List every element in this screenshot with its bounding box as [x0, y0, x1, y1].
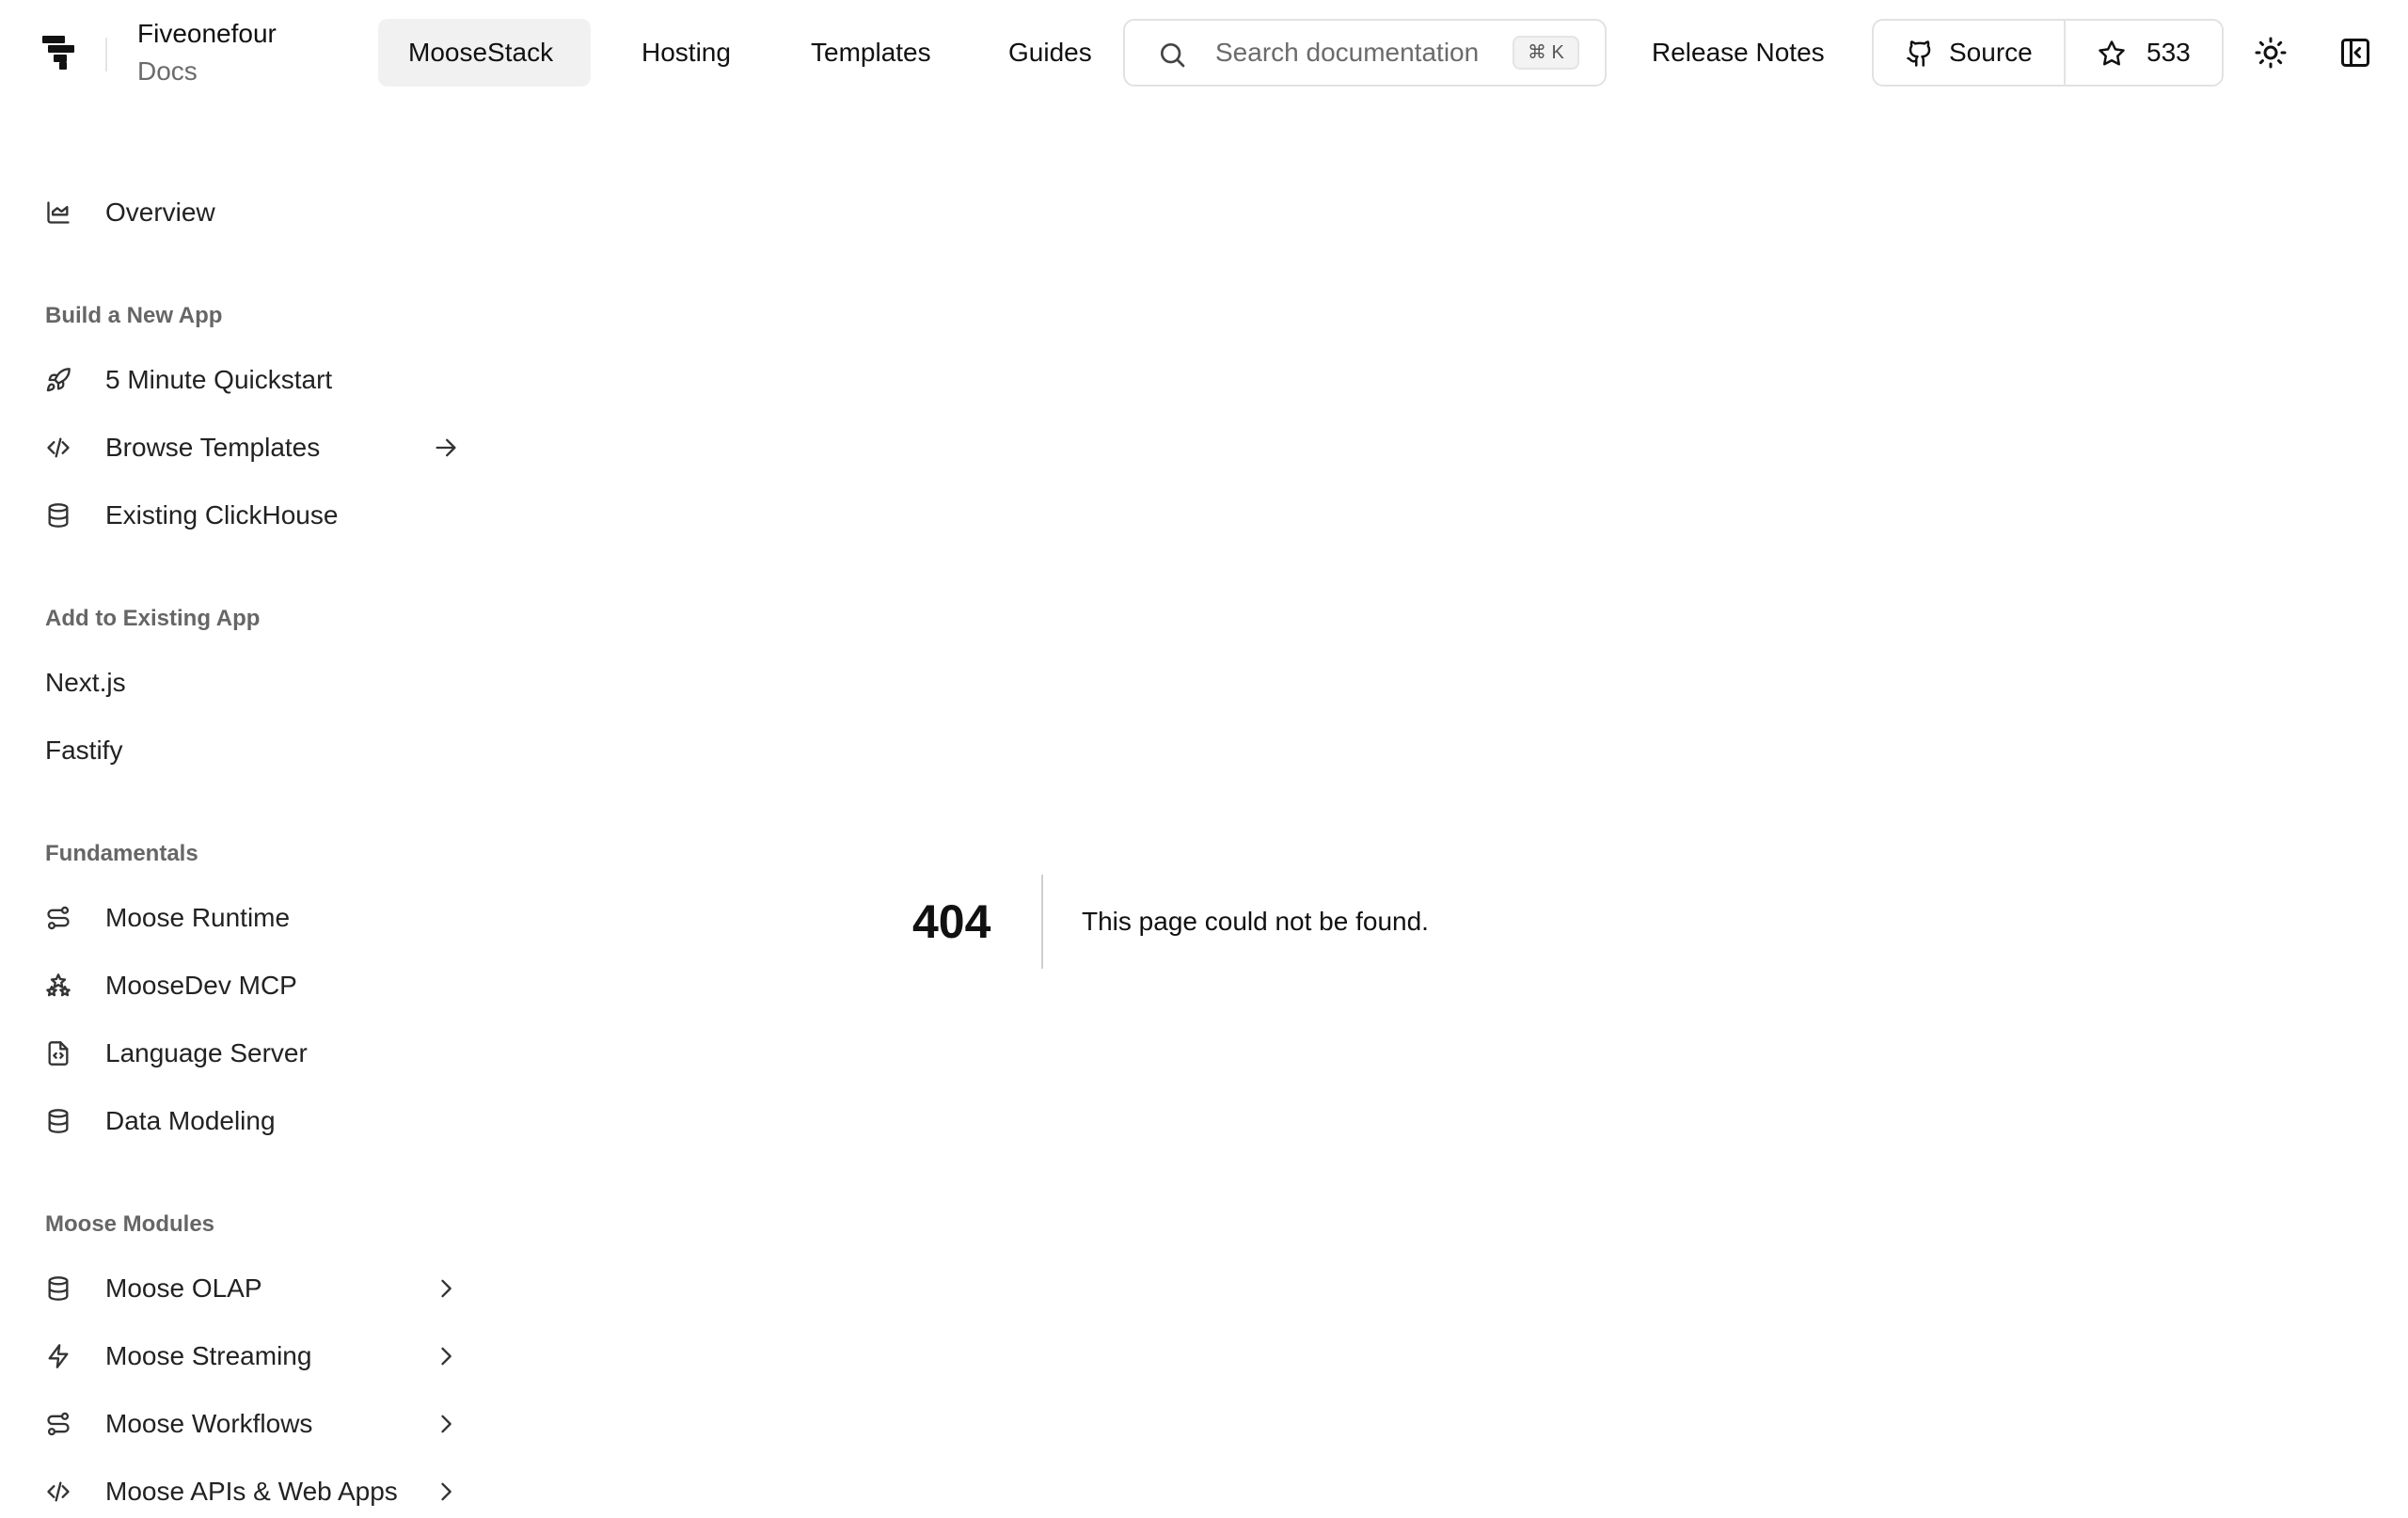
route-icon	[45, 905, 71, 931]
sun-icon[interactable]	[2254, 36, 2288, 70]
database-icon	[45, 502, 71, 529]
chart-area-icon	[45, 199, 71, 226]
database-icon	[45, 1275, 71, 1302]
sidebar-item-label: Moose Streaming	[105, 1341, 312, 1370]
error-code: 404	[912, 895, 991, 948]
arrow-right-icon	[433, 435, 459, 461]
sidebar-item-overview[interactable]: Overview	[45, 186, 459, 239]
sidebar-item-label: Next.js	[45, 668, 126, 697]
error-divider	[1041, 875, 1043, 969]
star-icon	[2098, 40, 2126, 68]
sidebar-section-heading: Fundamentals	[45, 841, 198, 866]
sidebar-item-existing-clickhouse[interactable]: Existing ClickHouse	[45, 489, 459, 542]
database-icon	[45, 1108, 71, 1134]
error-message: This page could not be found.	[1082, 907, 1429, 936]
search-shortcut-badge: ⌘ K	[1513, 36, 1579, 70]
sidebar-item-moose-workflows[interactable]: Moose Workflows	[45, 1398, 459, 1450]
sidebar-item-label: Fastify	[45, 735, 123, 765]
nav-guides[interactable]: Guides	[978, 19, 1122, 87]
nav-templates[interactable]: Templates	[781, 19, 961, 87]
route-icon	[45, 1411, 71, 1437]
sidebar-item-moosedev-mcp[interactable]: MooseDev MCP	[45, 959, 459, 1012]
chevron-right-icon[interactable]	[433, 1275, 459, 1302]
sidebar-item-moose-olap[interactable]: Moose OLAP	[45, 1262, 459, 1315]
sidebar-item-language-server[interactable]: Language Server	[45, 1027, 459, 1080]
sidebar-item-data-modeling[interactable]: Data Modeling	[45, 1095, 459, 1147]
sidebar-section-heading: Add to Existing App	[45, 606, 261, 631]
sidebar-item-moose-apis[interactable]: Moose APIs & Web Apps	[45, 1465, 459, 1518]
github-stars-button[interactable]: 533	[2067, 21, 2222, 85]
search-box[interactable]: ⌘ K	[1123, 19, 1607, 87]
sidebar-item-label: Moose Workflows	[105, 1409, 313, 1438]
brand-name[interactable]: Fiveonefour	[137, 19, 277, 49]
sidebar-item-moose-streaming[interactable]: Moose Streaming	[45, 1330, 459, 1383]
sidebar-item-label: Browse Templates	[105, 433, 321, 462]
sidebar-section-heading: Moose Modules	[45, 1211, 215, 1237]
sidebar-item-label: Data Modeling	[105, 1106, 276, 1135]
sidebar: Overview Build a New App 5 Minute Quicks…	[0, 105, 489, 1506]
sidebar-item-label: Existing ClickHouse	[105, 500, 339, 530]
fiveonefour-logo-icon[interactable]	[42, 36, 78, 70]
sidebar-item-browse-templates[interactable]: Browse Templates	[45, 421, 459, 474]
panel-left-icon[interactable]	[2338, 36, 2372, 70]
code-icon	[45, 435, 71, 461]
sidebar-item-label: 5 Minute Quickstart	[105, 365, 333, 394]
github-source-button[interactable]: Source	[1874, 21, 2066, 85]
sidebar-item-quickstart[interactable]: 5 Minute Quickstart	[45, 354, 459, 406]
sidebar-item-label: Moose OLAP	[105, 1273, 262, 1303]
sidebar-item-moose-runtime[interactable]: Moose Runtime	[45, 892, 459, 944]
sparkles-icon	[45, 972, 71, 999]
brand-subtitle[interactable]: Docs	[137, 56, 198, 87]
zap-icon	[45, 1343, 71, 1369]
sidebar-item-label: MooseDev MCP	[105, 971, 297, 1000]
code-icon	[45, 1478, 71, 1505]
chevron-right-icon[interactable]	[433, 1478, 459, 1505]
search-input[interactable]	[1215, 21, 1497, 85]
nav-release-notes[interactable]: Release Notes	[1652, 19, 1825, 87]
search-icon	[1157, 40, 1187, 70]
top-header: Fiveonefour Docs MooseStack Hosting Temp…	[0, 0, 2408, 105]
nav-hosting[interactable]: Hosting	[611, 19, 761, 87]
sidebar-item-fastify[interactable]: Fastify	[45, 724, 459, 777]
brand-divider	[105, 38, 107, 71]
file-code-icon	[45, 1040, 71, 1067]
nav-moosestack[interactable]: MooseStack	[378, 19, 591, 87]
sidebar-item-label: Moose Runtime	[105, 903, 291, 932]
chevron-right-icon[interactable]	[433, 1411, 459, 1437]
sidebar-section-heading: Build a New App	[45, 303, 223, 328]
sidebar-item-label: Language Server	[105, 1038, 308, 1067]
sidebar-item-nextjs[interactable]: Next.js	[45, 656, 459, 709]
sidebar-item-label: Moose APIs & Web Apps	[105, 1477, 398, 1506]
github-icon	[1906, 40, 1934, 68]
chevron-right-icon[interactable]	[433, 1343, 459, 1369]
rocket-icon	[45, 367, 71, 393]
sidebar-item-label: Overview	[105, 198, 215, 227]
github-stars-count: 533	[2147, 38, 2191, 67]
github-button-group: Source 533	[1872, 19, 2224, 87]
github-source-label: Source	[1949, 38, 2033, 67]
